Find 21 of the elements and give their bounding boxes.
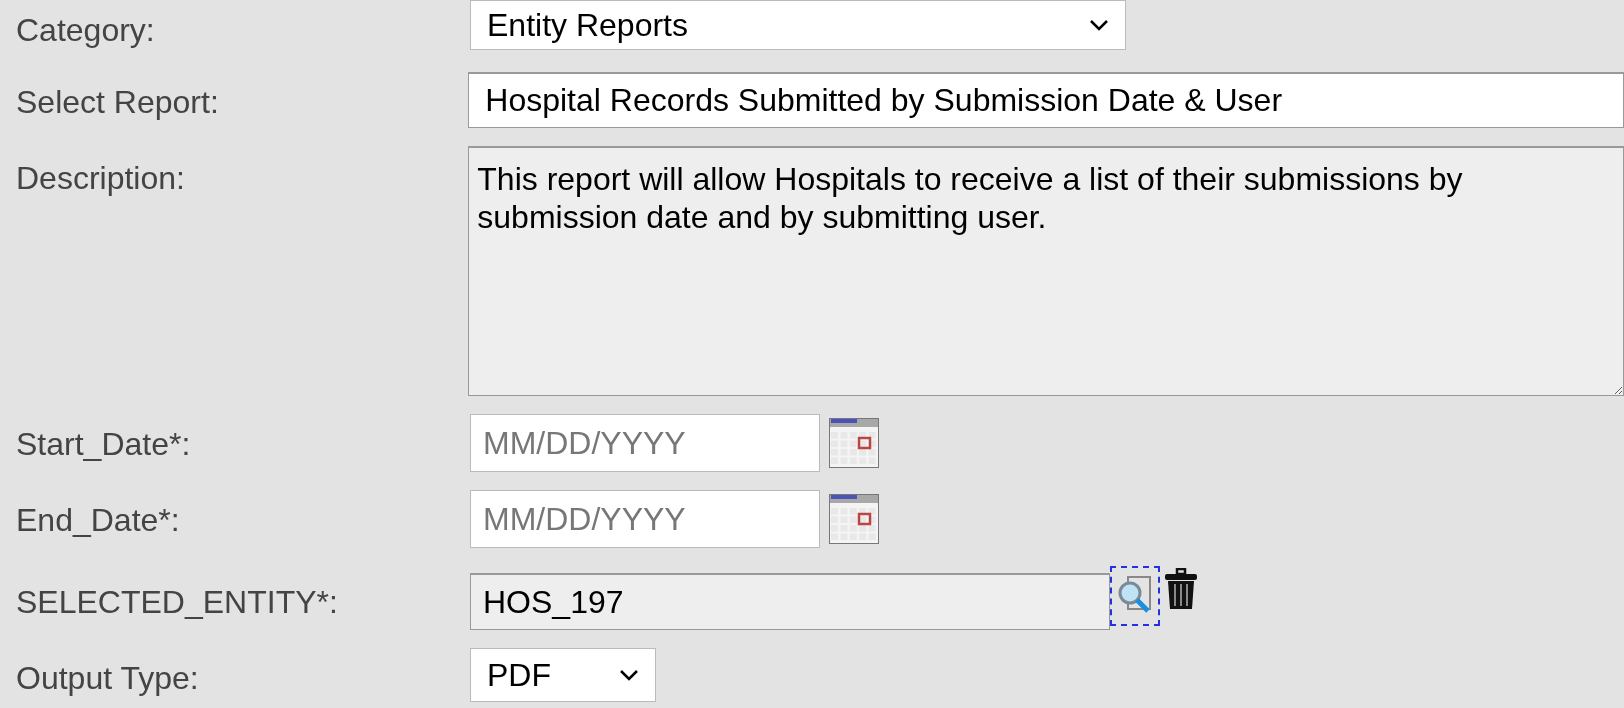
caret-icon bbox=[1089, 19, 1109, 31]
delete-button[interactable] bbox=[1163, 566, 1199, 612]
field-label: Description: bbox=[15, 159, 186, 198]
category-select[interactable]: Entity Reports bbox=[470, 0, 1126, 50]
date-field[interactable]: MM/DD/YYYY bbox=[470, 490, 820, 548]
date-field[interactable]: MM/DD/YYYY bbox=[470, 414, 820, 472]
report-field[interactable]: Hospital Records Submitted by Submission Date & User bbox=[468, 72, 1624, 128]
field-label: Start_Date*: bbox=[15, 425, 192, 464]
field-label: Select Report: bbox=[15, 83, 220, 122]
field-label: SELECTED_ENTITY*: bbox=[15, 583, 339, 622]
caret-icon bbox=[619, 669, 639, 681]
field-label: Category: bbox=[15, 11, 156, 50]
trash-icon bbox=[1164, 568, 1198, 610]
calendar-icon[interactable] bbox=[829, 418, 879, 468]
lookup-button[interactable] bbox=[1110, 566, 1160, 626]
field-label: End_Date*: bbox=[15, 501, 181, 540]
output-type-select[interactable]: PDF bbox=[470, 648, 656, 702]
field-label: Output Type: bbox=[15, 659, 200, 698]
description-field[interactable]: This report will allow Hospitals to receive a list of their submissions by submission date and by submitting user. bbox=[468, 146, 1624, 396]
entity-field[interactable]: HOS_197 bbox=[470, 573, 1110, 630]
calendar-icon[interactable] bbox=[829, 494, 879, 544]
